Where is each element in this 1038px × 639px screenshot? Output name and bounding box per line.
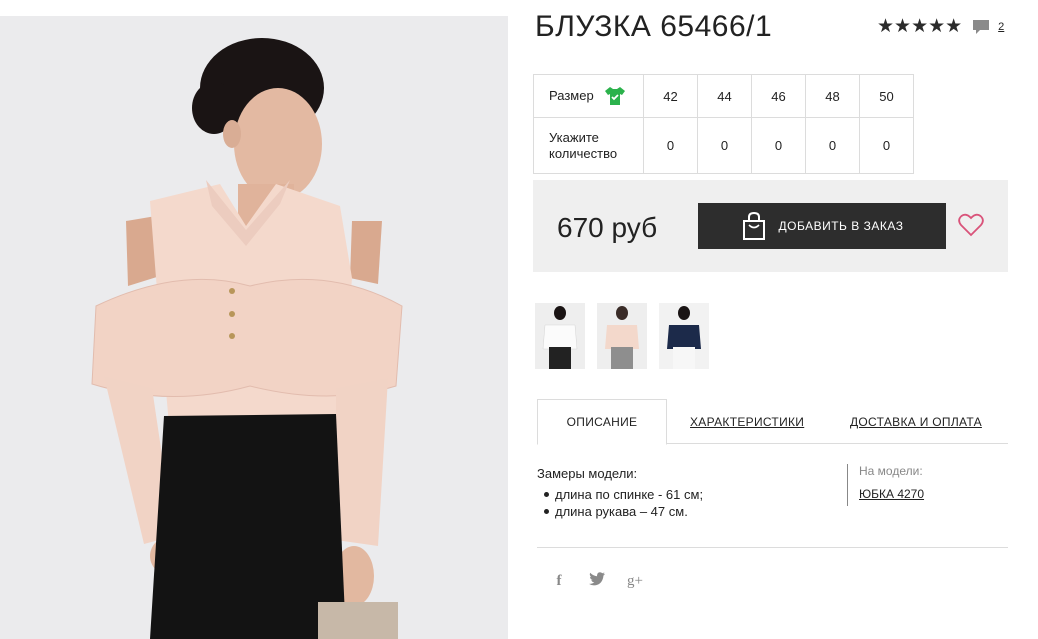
facebook-icon[interactable]: f (550, 573, 568, 590)
quantity-label: Укажите количество (533, 117, 644, 174)
tab-delivery-payment[interactable]: ДОСТАВКА И ОПЛАТА (850, 399, 982, 444)
twitter-icon[interactable] (588, 572, 606, 590)
on-model-skirt-link[interactable]: ЮБКА 4270 (859, 487, 924, 501)
product-price: 670 руб (557, 212, 658, 243)
divider (537, 547, 1008, 548)
add-to-order-button[interactable]: ДОБАВИТЬ В ЗАКАЗ (698, 203, 946, 249)
description-list: длина по спинке - 61 см; длина рукава – … (537, 486, 703, 520)
quantity-input-42[interactable]: 0 (643, 117, 698, 174)
product-main-photo[interactable] (0, 16, 508, 639)
comment-icon[interactable] (972, 18, 990, 36)
thumbnail-pink-blouse[interactable] (597, 303, 647, 369)
description-item: длина по спинке - 61 см; (543, 487, 704, 502)
product-title: БЛУЗКА 65466/1 (535, 10, 773, 43)
price-panel: 670 руб ДОБАВИТЬ В ЗАКАЗ (533, 180, 1008, 272)
comments-count-link[interactable]: 2 (998, 21, 1004, 33)
product-tabs: ОПИСАНИЕ ХАРАКТЕРИСТИКИ ДОСТАВКА И ОПЛАТ… (537, 399, 1008, 445)
quantity-row: Укажите количество 0 0 0 0 0 (533, 117, 914, 174)
on-model-block: На модели: ЮБКА 4270 (847, 464, 924, 506)
size-chart-shirt-icon[interactable] (604, 86, 626, 106)
social-share: f g+ (550, 572, 644, 590)
size-header-cell: Размер (533, 74, 644, 118)
thumbnail-white-blouse[interactable] (535, 303, 585, 369)
on-model-label: На модели: (859, 464, 923, 478)
description-item: длина рукава – 47 см. (543, 503, 703, 520)
shopping-bag-icon (742, 211, 765, 240)
tab-characteristics[interactable]: ХАРАКТЕРИСТИКИ (690, 399, 804, 444)
tab-description[interactable]: ОПИСАНИЕ (537, 399, 667, 445)
size-46: 46 (751, 74, 806, 118)
thumbnail-navy-blouse[interactable] (659, 303, 709, 369)
add-to-order-label: ДОБАВИТЬ В ЗАКАЗ (778, 219, 904, 233)
size-42: 42 (643, 74, 698, 118)
rating-block: ★★★★★ 2 (877, 16, 1004, 38)
size-44: 44 (697, 74, 752, 118)
quantity-input-46[interactable]: 0 (751, 117, 806, 174)
quantity-input-44[interactable]: 0 (697, 117, 752, 174)
size-table: Размер 42 44 46 48 50 Укажите количество… (533, 74, 914, 174)
description-content: Замеры модели: длина по спинке - 61 см; … (537, 466, 703, 520)
size-48: 48 (805, 74, 860, 118)
size-row: Размер 42 44 46 48 50 (533, 74, 914, 118)
size-label: Размер (549, 88, 594, 103)
size-50: 50 (859, 74, 914, 118)
google-plus-icon[interactable]: g+ (626, 573, 644, 590)
thumbnail-gallery (535, 303, 709, 369)
wishlist-heart-icon[interactable] (958, 213, 984, 237)
quantity-input-48[interactable]: 0 (805, 117, 860, 174)
rating-stars[interactable]: ★★★★★ (877, 16, 962, 38)
description-lead: Замеры модели: (537, 466, 638, 481)
quantity-input-50[interactable]: 0 (859, 117, 914, 174)
